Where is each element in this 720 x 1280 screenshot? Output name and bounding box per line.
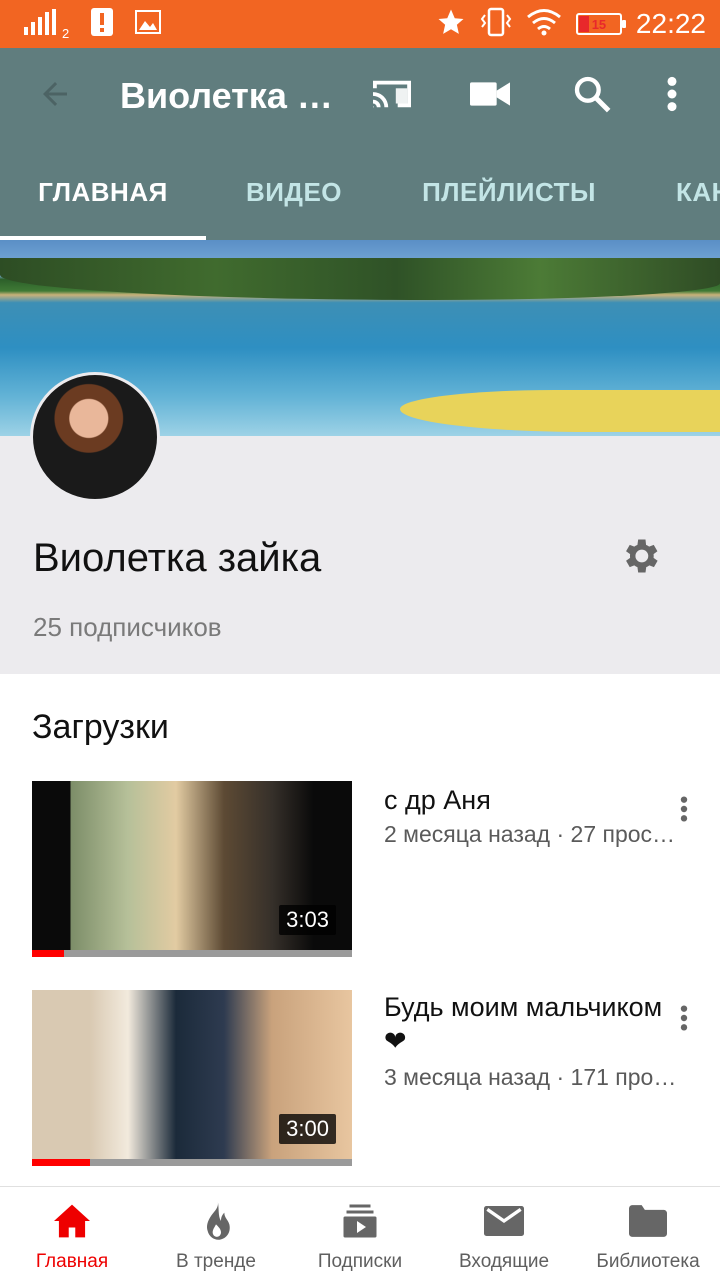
video-thumbnail[interactable]: 3:03 (32, 781, 352, 957)
nav-label: Входящие (458, 1251, 550, 1272)
avatar[interactable] (30, 372, 160, 502)
bottom-navigation: Главная В тренде Подписки Входящие Библи… (0, 1186, 720, 1280)
gear-icon (618, 534, 662, 583)
nav-subscriptions[interactable]: Подписки (288, 1187, 432, 1280)
video-duration: 3:03 (279, 905, 336, 935)
tab-channels[interactable]: КАНАЛЫ (676, 144, 720, 240)
signal-icon (24, 8, 58, 40)
more-options-button[interactable] (632, 48, 712, 144)
watch-progress-fill (32, 950, 64, 957)
video-camera-icon (470, 80, 510, 113)
video-item[interactable]: 3:00 Будь моим мальчиком ❤ 3 месяца наза… (0, 990, 720, 1168)
search-icon (572, 74, 612, 119)
nav-label: Подписки (317, 1251, 403, 1272)
video-item[interactable]: 3:03 с др Аня 2 месяца назад · 27 просмо… (0, 781, 720, 959)
uploads-heading: Загрузки (32, 708, 169, 746)
tab-playlists[interactable]: ПЛЕЙЛИСТЫ (382, 144, 636, 240)
video-more-button[interactable] (664, 1000, 704, 1040)
channel-settings-button[interactable] (610, 530, 670, 586)
subscriber-count: 25 подписчиков (33, 612, 222, 642)
nav-trending[interactable]: В тренде (144, 1187, 288, 1280)
flame-icon (199, 1201, 233, 1241)
nav-home[interactable]: Главная (0, 1187, 144, 1280)
battery-level: 15 (591, 16, 607, 32)
video-thumbnail[interactable]: 3:00 (32, 990, 352, 1166)
watch-progress-fill (32, 1159, 90, 1166)
status-bar: 2 15 22:22 (0, 0, 720, 48)
nav-label: Главная (35, 1251, 109, 1272)
more-vert-icon (680, 1004, 688, 1037)
tab-videos[interactable]: ВИДЕО (206, 144, 382, 240)
image-icon (135, 9, 162, 39)
app-bar: Виолетка зайка (0, 48, 720, 144)
page-title: Виолетка зайка (120, 75, 340, 116)
back-button[interactable] (0, 48, 110, 144)
star-icon (436, 7, 466, 42)
more-vert-icon (666, 76, 678, 117)
tab-home[interactable]: ГЛАВНАЯ (0, 144, 206, 240)
nav-label: Библиотека (596, 1251, 700, 1272)
wifi-icon (526, 8, 562, 41)
video-more-button[interactable] (664, 791, 704, 831)
video-meta: 3 месяца назад · 171 просмотр (384, 1064, 684, 1090)
nav-library[interactable]: Библиотека (576, 1187, 720, 1280)
video-meta: 2 месяца назад · 27 просмотров (384, 821, 684, 847)
watch-progress (32, 1159, 352, 1166)
upload-video-button[interactable] (450, 48, 530, 144)
alert-icon (91, 7, 114, 41)
subscriptions-icon (342, 1201, 378, 1241)
cast-button[interactable] (352, 48, 432, 144)
nav-label: В тренде (176, 1251, 256, 1272)
video-title[interactable]: Будь моим мальчиком ❤ (384, 990, 674, 1058)
video-duration: 3:00 (279, 1114, 336, 1144)
sim-slot-indicator: 2 (62, 25, 70, 41)
search-button[interactable] (552, 48, 632, 144)
video-title[interactable]: с др Аня (384, 783, 674, 817)
nav-inbox[interactable]: Входящие (432, 1187, 576, 1280)
more-vert-icon (680, 795, 688, 828)
vibrate-icon (480, 7, 512, 42)
folder-icon (629, 1201, 667, 1241)
cast-icon (369, 75, 415, 118)
watch-progress (32, 950, 352, 957)
clock: 22:22 (635, 8, 706, 39)
channel-tabs: ГЛАВНАЯ ВИДЕО ПЛЕЙЛИСТЫ КАНАЛЫ (0, 144, 720, 240)
battery-icon: 15 (575, 13, 626, 35)
mail-icon (484, 1201, 524, 1241)
channel-name: Виолетка зайка (33, 536, 322, 580)
home-icon (52, 1201, 92, 1241)
back-arrow-icon (37, 76, 73, 117)
